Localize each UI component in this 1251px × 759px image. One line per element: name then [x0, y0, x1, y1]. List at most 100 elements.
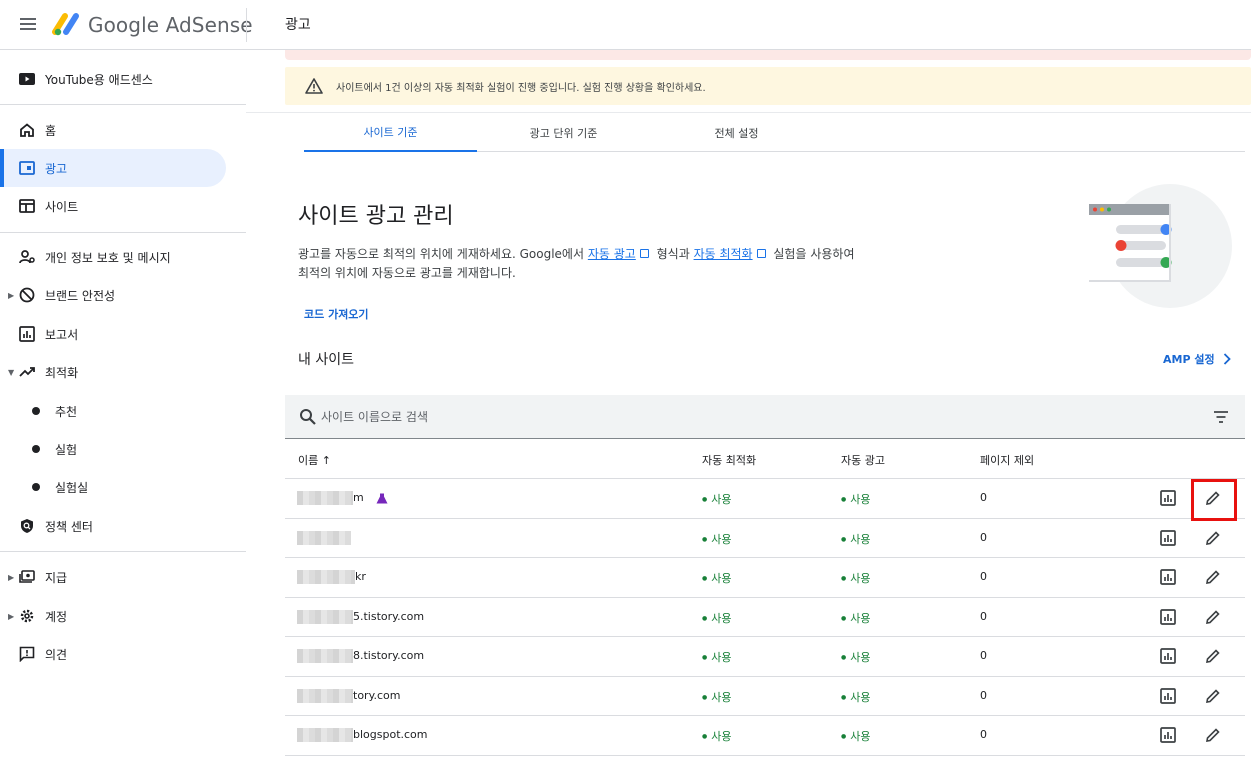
highlight-box [1191, 479, 1237, 521]
table-row[interactable]: 8.tistory.com 사용 사용 0 [285, 637, 1245, 677]
caret-right-icon: ▶ [8, 290, 15, 300]
ads-icon [18, 159, 36, 177]
site-name-text: blogspot.com [353, 728, 428, 741]
site-name[interactable]: 5.tistory.com [297, 609, 424, 624]
amp-settings-link[interactable]: AMP 설정 [1163, 351, 1231, 367]
table-row[interactable]: kr 사용 사용 0 [285, 558, 1245, 598]
site-name[interactable] [297, 530, 351, 545]
sidebar-item-home[interactable]: 홈 [0, 111, 226, 149]
search-input[interactable] [321, 405, 921, 429]
report-icon[interactable] [1158, 646, 1178, 666]
redacted-text [297, 688, 353, 703]
sidebar-item-recommendations[interactable]: 추천 [0, 392, 226, 430]
sidebar-item-label: 홈 [45, 123, 57, 138]
tab-by-ad-unit[interactable]: 광고 단위 기준 [477, 113, 650, 152]
report-icon[interactable] [1158, 567, 1178, 587]
site-name[interactable]: kr [297, 570, 366, 584]
sort-arrow-up-icon: ↑ [321, 454, 331, 467]
site-name-text: m [353, 491, 364, 504]
sidebar-item-optimization[interactable]: ▼ 최적화 [0, 353, 226, 391]
sidebar-item-experiments[interactable]: 실험 [0, 430, 226, 468]
page-exclusion-count: 0 [980, 728, 987, 741]
redacted-text [297, 530, 351, 545]
site-name[interactable]: m [297, 491, 388, 505]
auto-ads-status: 사용 [841, 531, 870, 547]
table-row[interactable]: blogspot.com 사용 사용 0 [285, 716, 1245, 756]
youtube-icon [18, 70, 36, 88]
sidebar-item-reports[interactable]: 보고서 [0, 315, 226, 353]
sites-icon [18, 197, 36, 215]
sidebar-item-label: 실험 [55, 442, 78, 457]
bullet-icon [32, 407, 40, 415]
table-row[interactable]: m 사용 사용 0 [285, 479, 1245, 521]
auto-optimization-link[interactable]: 자동 최적화 [694, 247, 753, 261]
get-code-button[interactable]: 코드 가져오기 [298, 304, 375, 324]
edit-pencil-icon[interactable] [1203, 528, 1223, 548]
name-column-header[interactable]: 이름 ↑ [298, 452, 331, 468]
redacted-text [297, 491, 353, 505]
sidebar-item-ads[interactable]: 광고 [0, 149, 226, 187]
sidebar-item-sites[interactable]: 사이트 [0, 187, 226, 225]
sidebar-item-account[interactable]: ▶ 계정 [0, 597, 226, 635]
report-icon[interactable] [1158, 607, 1178, 627]
auto-opt-status: 사용 [702, 728, 731, 744]
site-search-bar [285, 395, 1245, 439]
top-bar: Google AdSense 광고 [0, 0, 1251, 50]
report-icon[interactable] [1158, 725, 1178, 745]
desc-text: 광고를 자동으로 최적의 위치에 게재하세요. Google에서 [298, 247, 588, 261]
tab-global-settings[interactable]: 전체 설정 [650, 113, 823, 152]
sidebar-item-youtube[interactable]: YouTube용 애드센스 [0, 60, 226, 98]
hamburger-menu-icon[interactable] [18, 15, 38, 35]
sidebar-item-brand-safety[interactable]: ▶ 브랜드 안전성 [0, 276, 226, 314]
sidebar-item-labs[interactable]: 실험실 [0, 468, 226, 506]
page-exclusion-count: 0 [980, 491, 987, 504]
redacted-text [297, 728, 353, 742]
auto-opt-status: 사용 [702, 531, 731, 547]
sidebar: YouTube용 애드센스 홈 광고 사이트 개인 정보 보호 및 메시지 ▶ … [0, 50, 246, 759]
auto-ads-status: 사용 [841, 610, 870, 626]
edit-pencil-icon[interactable] [1203, 725, 1223, 745]
table-row[interactable]: 사용 사용 0 [285, 519, 1245, 558]
site-name[interactable]: 8.tistory.com [297, 649, 424, 663]
site-name[interactable]: blogspot.com [297, 728, 428, 742]
edit-pencil-icon[interactable] [1203, 646, 1223, 666]
site-name-text: kr [355, 570, 366, 583]
page-exclusion-count: 0 [980, 649, 987, 662]
edit-pencil-icon[interactable] [1203, 607, 1223, 627]
edit-pencil-icon[interactable] [1203, 686, 1223, 706]
auto-ads-link[interactable]: 자동 광고 [588, 247, 636, 261]
divider [246, 8, 247, 42]
search-icon [300, 409, 316, 425]
tab-by-site[interactable]: 사이트 기준 [304, 113, 477, 152]
reports-icon [18, 325, 36, 343]
auto-ads-column-header: 자동 광고 [841, 454, 885, 467]
report-icon[interactable] [1158, 488, 1178, 508]
auto-ads-status: 사용 [841, 649, 870, 665]
alert-text: 사이트에서 1건 이상의 자동 최적화 실험이 진행 중입니다. 실험 진행 상… [336, 83, 706, 94]
sidebar-item-payments[interactable]: ▶ 지급 [0, 558, 226, 596]
auto-opt-status: 사용 [702, 491, 731, 507]
caret-right-icon: ▶ [8, 611, 15, 621]
block-icon [18, 286, 36, 304]
table-row[interactable]: tory.com 사용 사용 0 [285, 677, 1245, 716]
sidebar-item-privacy[interactable]: 개인 정보 보호 및 메시지 [0, 238, 226, 276]
auto-opt-status: 사용 [702, 570, 731, 586]
sidebar-item-label: 개인 정보 보호 및 메시지 [45, 250, 171, 265]
page-exclusion-count: 0 [980, 609, 987, 623]
filter-icon[interactable] [1212, 409, 1230, 425]
table-row[interactable]: 5.tistory.com 사용 사용 0 [285, 598, 1245, 637]
caret-right-icon: ▶ [8, 572, 15, 582]
desc-text: 최적의 위치에 자동으로 광고를 게재합니다. [298, 266, 516, 280]
report-icon[interactable] [1158, 528, 1178, 548]
edit-pencil-icon[interactable] [1203, 567, 1223, 587]
site-name[interactable]: tory.com [297, 688, 401, 703]
trending-icon [18, 363, 36, 381]
auto-ads-status: 사용 [841, 689, 870, 705]
divider [0, 232, 246, 233]
report-icon[interactable] [1158, 686, 1178, 706]
sidebar-item-policy-center[interactable]: 정책 센터 [0, 507, 226, 545]
redacted-text [297, 609, 353, 624]
auto-ads-status: 사용 [841, 570, 870, 586]
divider [0, 551, 246, 552]
sidebar-item-feedback[interactable]: 의견 [0, 635, 226, 673]
